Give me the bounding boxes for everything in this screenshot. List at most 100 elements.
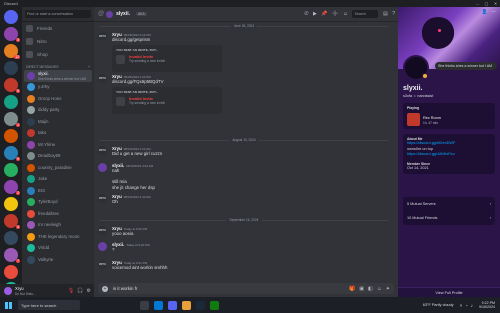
server-icon[interactable] xyxy=(4,10,18,24)
emoji-icon[interactable]: ☺ xyxy=(377,286,382,292)
server-icon[interactable]: 12 xyxy=(4,44,20,59)
date-divider-label: August 10, 2024 xyxy=(229,138,259,142)
taskbar-app-icon[interactable] xyxy=(154,300,163,310)
video-icon[interactable]: ▶ xyxy=(313,11,317,17)
dm-item[interactable]: freedaltree xyxy=(24,208,92,220)
maximize-icon[interactable]: ▢ xyxy=(482,0,491,7)
dm-item[interactable]: Grocp Hoes xyxy=(24,93,92,105)
message-text: Oh xyxy=(112,199,118,204)
taskbar-app-icon[interactable] xyxy=(168,300,177,310)
profile-panel: 👤 ⋯ She thinks shes a winner but I AM sl… xyxy=(398,7,500,297)
server-icon[interactable] xyxy=(4,163,18,177)
clock[interactable]: 9:22 PM 9/16/2024 xyxy=(479,301,495,310)
add-friend-icon[interactable]: ➕ xyxy=(332,11,338,17)
server-icon[interactable]: 9 xyxy=(4,146,20,161)
message-avatar[interactable] xyxy=(98,163,107,172)
message: XRYU Xryu 06/26/2024 4:24 PM discord.gg/F… xyxy=(98,74,222,114)
windows-start-icon[interactable] xyxy=(5,301,12,309)
mutual-friends-button[interactable]: 10 Mutual Friends › xyxy=(407,214,491,222)
dm-item[interactable]: Deadboy69 xyxy=(24,151,92,163)
server-icon[interactable] xyxy=(4,61,18,75)
attach-plus-icon[interactable]: + xyxy=(102,285,108,292)
more-icon[interactable]: ⋯ xyxy=(491,9,496,15)
message-avatar[interactable]: XRYU xyxy=(98,260,107,269)
message-avatar[interactable] xyxy=(98,242,107,251)
message-input[interactable]: is it workin fr xyxy=(113,286,137,291)
dm-item[interactable]: mr neeleigh xyxy=(24,220,92,232)
chat-header-avatar xyxy=(106,10,114,18)
server-icon[interactable]: 7 xyxy=(4,248,20,263)
message-avatar[interactable]: XRYU xyxy=(98,194,107,203)
gift-icon[interactable]: 🎁 xyxy=(349,286,355,292)
create-dm-button[interactable]: + xyxy=(88,65,90,69)
dm-item[interactable]: EIS xyxy=(24,185,92,197)
server-icon[interactable] xyxy=(4,129,18,143)
apps-icon[interactable]: ✦ xyxy=(386,286,390,292)
taskbar-app-icon[interactable] xyxy=(182,300,191,310)
dm-item[interactable]: country_paradise xyxy=(24,162,92,174)
profile-username[interactable]: s3xfa xyxy=(403,94,412,98)
help-icon[interactable]: ? xyxy=(392,11,395,17)
dm-item[interactable]: Mr.Ylime xyxy=(24,139,92,151)
server-icon[interactable]: 3 xyxy=(4,27,20,42)
message-text[interactable]: discord.gg/FQx6p5BQdTV xyxy=(112,79,222,85)
server-icon[interactable] xyxy=(4,265,18,279)
dm-item[interactable]: Viridd xyxy=(24,243,92,255)
dm-item[interactable]: TylerBoyd xyxy=(24,197,92,209)
server-icon[interactable]: 2 xyxy=(4,180,20,195)
gear-icon[interactable]: ⚙ xyxy=(87,288,91,294)
dm-item[interactable]: slyxii. She thinks shes a winner but I AM xyxy=(24,70,92,82)
message-author[interactable]: slyxii. Today at 9:20 PM xyxy=(112,242,150,247)
profile-icon[interactable]: ☺ xyxy=(343,11,348,17)
volume-icon[interactable]: ♪ xyxy=(471,303,473,308)
taskbar-search-input[interactable]: Type here to search xyxy=(18,300,80,310)
nav-friends[interactable]: Friends xyxy=(22,22,94,35)
weather-widget[interactable]: 63°F Partly cloudy xyxy=(423,303,454,307)
close-icon[interactable]: ✕ xyxy=(491,0,500,7)
headset-icon[interactable]: 🎧 xyxy=(77,288,83,294)
taskbar-app-icon[interactable] xyxy=(210,300,219,310)
avatar xyxy=(27,163,35,172)
minimize-icon[interactable]: – xyxy=(473,0,482,7)
dm-item[interactable]: Jake xyxy=(24,174,92,186)
pin-icon[interactable]: 📌 xyxy=(321,11,327,17)
server-icon[interactable] xyxy=(4,231,18,245)
server-icon[interactable]: 4 xyxy=(4,214,20,229)
message-avatar[interactable]: XRYU xyxy=(98,74,107,83)
server-icon[interactable] xyxy=(4,95,18,109)
mic-muted-icon[interactable]: 🎙 xyxy=(68,288,74,294)
message: XRYU Xryu 08/10/2024 4:22 AM Did u get a … xyxy=(98,146,162,157)
nav-nitro[interactable]: Nitro xyxy=(22,35,94,48)
message-avatar[interactable]: XRYU xyxy=(98,32,107,41)
user-avatar[interactable] xyxy=(4,286,12,295)
mutual-servers-button[interactable]: 5 Mutual Servers › xyxy=(407,200,491,208)
profile-avatar[interactable] xyxy=(403,55,429,81)
add-friend-icon[interactable]: 👤 xyxy=(482,9,488,15)
chat-title[interactable]: slyxii. xyxy=(116,11,130,17)
dm-item[interactable]: THE legendary moon xyxy=(24,231,92,243)
taskbar-app-icon[interactable] xyxy=(196,300,205,310)
nav-shop[interactable]: Shop xyxy=(22,48,94,61)
wifi-icon[interactable]: ◔ xyxy=(465,303,468,308)
dm-item[interactable]: Valkyrie xyxy=(24,254,92,266)
dm-item[interactable]: Majin xyxy=(24,116,92,128)
taskbar-app-icon[interactable] xyxy=(140,300,149,310)
view-full-profile-button[interactable]: View Full Profile xyxy=(398,287,500,297)
message-text[interactable]: discord.gg/getprism xyxy=(112,37,222,43)
sticker-icon[interactable]: ◧ xyxy=(368,286,373,292)
inbox-icon[interactable]: ▤ xyxy=(383,11,388,17)
chat-search-input[interactable]: Search xyxy=(352,10,379,18)
gif-icon[interactable]: ▣ xyxy=(359,286,364,292)
message-avatar[interactable]: XRYU xyxy=(98,226,107,235)
chevron-up-icon[interactable]: ˄ xyxy=(460,303,463,308)
server-icon[interactable] xyxy=(4,197,18,211)
dm-item[interactable]: diddy party xyxy=(24,105,92,117)
about-link[interactable]: https://discord.gg/JdNKeFsu xyxy=(407,152,491,158)
server-icon[interactable]: 1 xyxy=(4,112,20,127)
phone-icon[interactable]: ✆ xyxy=(304,11,308,17)
dm-search-input[interactable]: Find or start a conversation xyxy=(25,10,91,18)
server-icon[interactable]: 5 xyxy=(4,78,20,93)
message-avatar[interactable]: XRYU xyxy=(98,146,107,155)
dm-item[interactable]: tako xyxy=(24,128,92,140)
dm-item[interactable]: y.4rky xyxy=(24,82,92,94)
